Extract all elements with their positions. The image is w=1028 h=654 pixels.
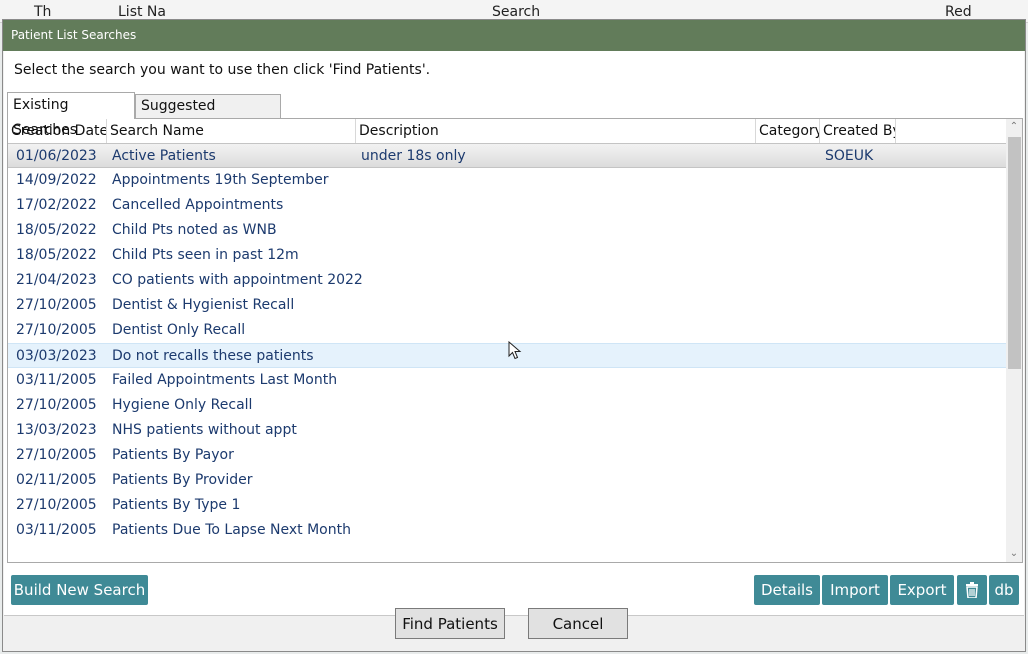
- cell-creation-date: 17/02/2022: [16, 197, 97, 213]
- cell-search-name: Child Pts noted as WNB: [112, 222, 277, 238]
- scroll-down-icon[interactable]: ⌄: [1006, 546, 1022, 562]
- dialog-title[interactable]: Patient List Searches: [3, 20, 1025, 51]
- cell-search-name: Active Patients: [112, 148, 216, 164]
- table-row[interactable]: 02/11/2005 Patients By Provider: [8, 468, 1006, 493]
- cell-creation-date: 27/10/2005: [16, 397, 97, 413]
- cell-search-name: Dentist Only Recall: [112, 322, 246, 338]
- cell-creation-date: 21/04/2023: [16, 272, 97, 288]
- table-row[interactable]: 17/02/2022 Cancelled Appointments: [8, 193, 1006, 218]
- cell-search-name: NHS patients without appt: [112, 422, 297, 438]
- cell-creation-date: 27/10/2005: [16, 297, 97, 313]
- table-row[interactable]: 27/10/2005 Dentist & Hygienist Recall: [8, 293, 1006, 318]
- cell-search-name: CO patients with appointment 2022: [112, 272, 363, 288]
- scrollbar-thumb[interactable]: [1008, 137, 1021, 369]
- delete-button[interactable]: [957, 575, 987, 605]
- column-header-description[interactable]: Description: [356, 119, 756, 143]
- cell-creation-date: 03/11/2005: [16, 522, 97, 538]
- cell-search-name: Appointments 19th September: [112, 172, 329, 188]
- cell-creation-date: 27/10/2005: [16, 322, 97, 338]
- grid-header: Creation Date Search Name Description Ca…: [8, 119, 1006, 143]
- table-row[interactable]: 18/05/2022 Child Pts noted as WNB: [8, 218, 1006, 243]
- cell-creation-date: 27/10/2005: [16, 447, 97, 463]
- cell-search-name: Failed Appointments Last Month: [112, 372, 338, 388]
- background-column-header: Red: [945, 4, 972, 20]
- cell-search-name: Hygiene Only Recall: [112, 397, 253, 413]
- dialog-body: Select the search you want to use then c…: [4, 51, 1024, 616]
- cell-creation-date: 18/05/2022: [16, 247, 97, 263]
- db-button[interactable]: db: [989, 575, 1019, 605]
- find-patients-button[interactable]: Find Patients: [395, 608, 505, 639]
- table-row[interactable]: 14/09/2022 Appointments 19th September: [8, 168, 1006, 193]
- trash-icon: [966, 582, 978, 599]
- background-column-header: Search: [492, 4, 541, 20]
- cell-search-name: Patients Due To Lapse Next Month: [112, 522, 351, 538]
- cell-search-name: Do not recalls these patients: [112, 348, 314, 364]
- cell-creation-date: 03/03/2023: [16, 348, 97, 364]
- table-row[interactable]: 18/05/2022 Child Pts seen in past 12m: [8, 243, 1006, 268]
- table-row[interactable]: 03/03/2023 Do not recalls these patients: [8, 343, 1006, 368]
- cell-creation-date: 13/03/2023: [16, 422, 97, 438]
- tab-suggested-searches[interactable]: Suggested Searches: [135, 94, 281, 137]
- build-new-search-button[interactable]: Build New Search: [11, 575, 148, 605]
- table-row[interactable]: 01/06/2023 Active Patients under 18s only S…: [8, 143, 1006, 168]
- scroll-up-icon[interactable]: ⌃: [1006, 119, 1022, 135]
- cancel-button[interactable]: Cancel: [528, 608, 628, 639]
- tab-existing-searches[interactable]: Existing Searches: [7, 92, 135, 138]
- cell-search-name: Dentist & Hygienist Recall: [112, 297, 295, 313]
- column-header-category[interactable]: Category: [756, 119, 820, 143]
- column-header-created-by[interactable]: Created By: [820, 119, 896, 143]
- cell-search-name: Patients By Type 1: [112, 497, 241, 513]
- table-row[interactable]: 27/10/2005 Patients By Type 1: [8, 493, 1006, 518]
- export-button[interactable]: Export: [890, 575, 954, 605]
- cell-description: under 18s only: [361, 148, 466, 164]
- column-header-search-name[interactable]: Search Name: [107, 119, 356, 143]
- cell-created-by: SOEUK: [825, 148, 874, 164]
- cell-creation-date: 02/11/2005: [16, 472, 97, 488]
- cell-creation-date: 18/05/2022: [16, 222, 97, 238]
- cell-search-name: Child Pts seen in past 12m: [112, 247, 299, 263]
- import-button[interactable]: Import: [822, 575, 888, 605]
- cell-search-name: Cancelled Appointments: [112, 197, 284, 213]
- patient-list-searches-dialog: Patient List Searches Select the search …: [2, 19, 1026, 652]
- mouse-cursor-icon: [508, 341, 522, 360]
- cell-search-name: Patients By Provider: [112, 472, 253, 488]
- cell-creation-date: 03/11/2005: [16, 372, 97, 388]
- table-row[interactable]: 13/03/2023 NHS patients without appt: [8, 418, 1006, 443]
- details-button[interactable]: Details: [754, 575, 820, 605]
- table-row[interactable]: 27/10/2005 Hygiene Only Recall: [8, 393, 1006, 418]
- cell-creation-date: 01/06/2023: [16, 148, 97, 164]
- table-row[interactable]: 27/10/2005 Patients By Payor: [8, 443, 1006, 468]
- vertical-scrollbar[interactable]: ⌃ ⌄: [1006, 119, 1022, 562]
- table-row[interactable]: 03/11/2005 Failed Appointments Last Month: [8, 368, 1006, 393]
- cell-creation-date: 14/09/2022: [16, 172, 97, 188]
- background-column-header: List Na: [118, 4, 166, 20]
- cell-search-name: Patients By Payor: [112, 447, 234, 463]
- background-column-header: Th: [34, 4, 52, 20]
- instruction-text: Select the search you want to use then c…: [14, 62, 431, 78]
- table-row[interactable]: 03/11/2005 Patients Due To Lapse Next Mon…: [8, 518, 1006, 543]
- table-row[interactable]: 27/10/2005 Dentist Only Recall: [8, 318, 1006, 343]
- cell-creation-date: 27/10/2005: [16, 497, 97, 513]
- table-row[interactable]: 21/04/2023 CO patients with appointment 2…: [8, 268, 1006, 293]
- grid-rows: 01/06/2023 Active Patients under 18s only S…: [8, 143, 1006, 543]
